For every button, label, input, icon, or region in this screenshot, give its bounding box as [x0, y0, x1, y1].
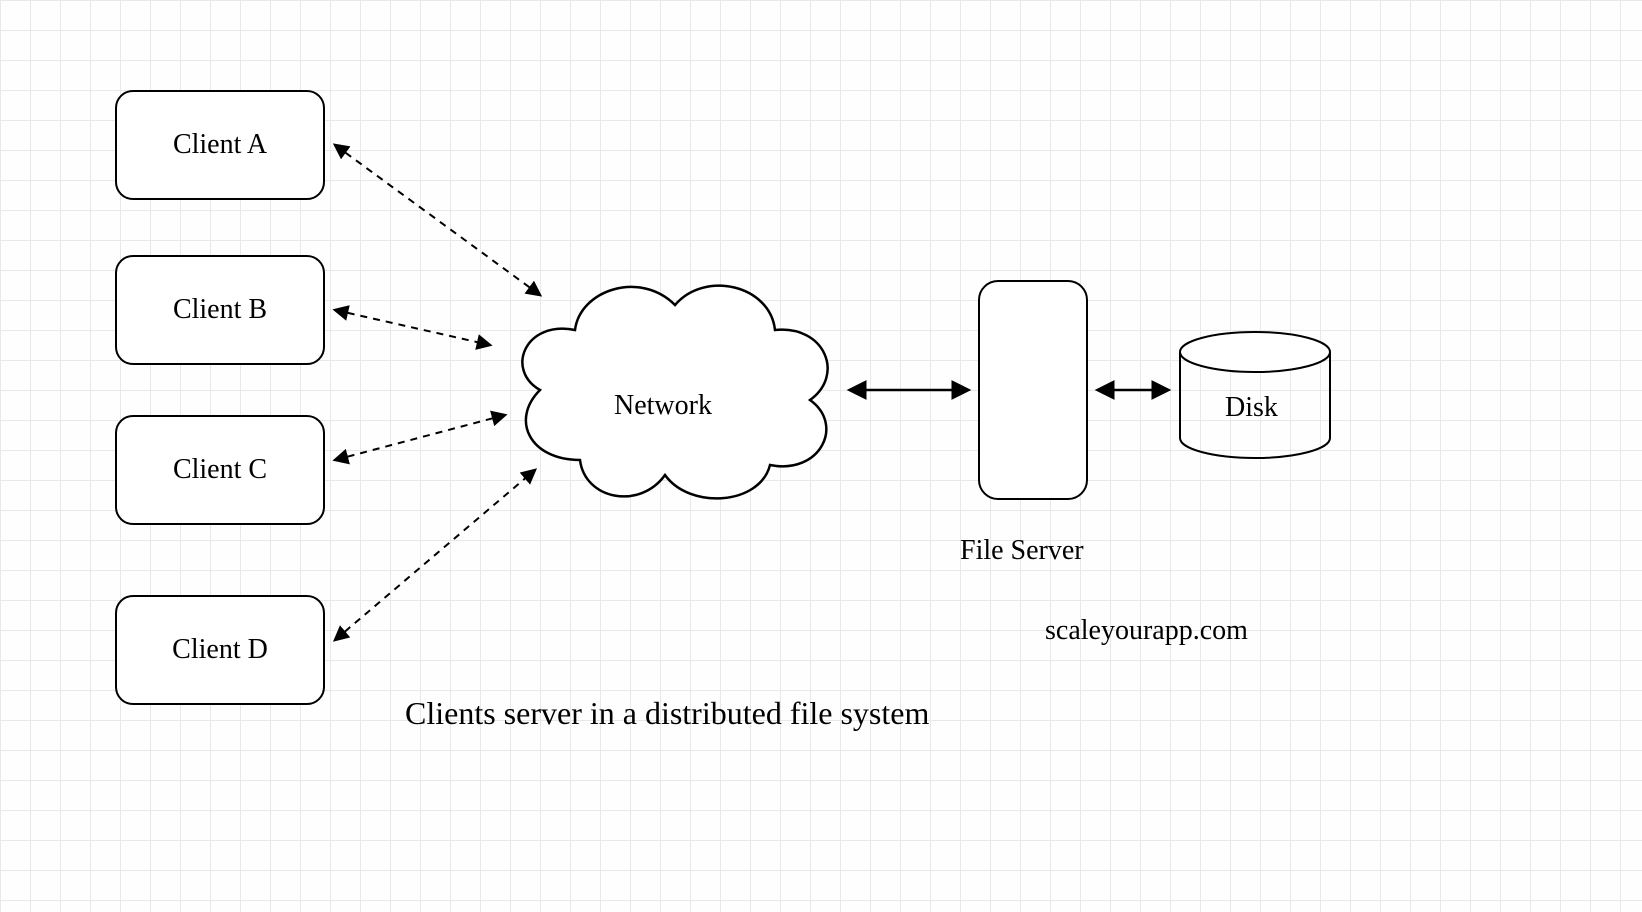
conn-client-c-network [335, 415, 505, 460]
disk-label: Disk [1225, 392, 1278, 424]
client-a-node: Client A [115, 90, 325, 200]
network-label: Network [614, 390, 712, 422]
watermark-text: scaleyourapp.com [1045, 615, 1248, 647]
client-d-node: Client D [115, 595, 325, 705]
diagram-caption: Clients server in a distributed file sys… [405, 695, 929, 732]
client-b-label: Client B [173, 294, 267, 326]
file-server-node [978, 280, 1088, 500]
client-d-label: Client D [172, 634, 268, 666]
client-b-node: Client B [115, 255, 325, 365]
client-c-label: Client C [173, 454, 267, 486]
client-c-node: Client C [115, 415, 325, 525]
client-a-label: Client A [173, 129, 267, 161]
conn-client-b-network [335, 310, 490, 345]
file-server-label: File Server [960, 535, 1084, 567]
